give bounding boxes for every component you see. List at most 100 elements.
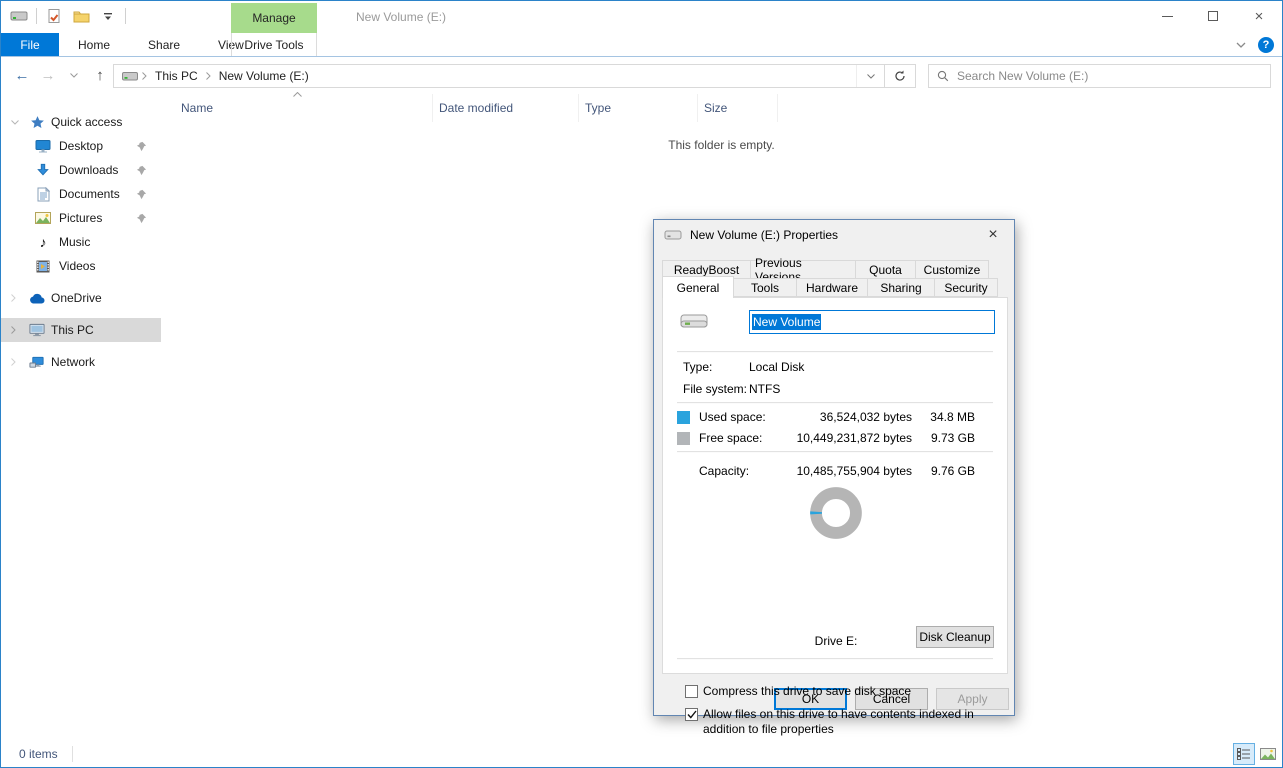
ribbon-tab-row: File Home Share View Drive Tools ? xyxy=(1,33,1282,57)
help-icon[interactable]: ? xyxy=(1258,37,1274,53)
checkbox-checked-icon[interactable] xyxy=(685,708,698,721)
sidebar-item-quick-access[interactable]: Quick access xyxy=(1,110,161,134)
tab-tools[interactable]: Tools xyxy=(733,278,797,297)
breadcrumb-chevron-icon[interactable] xyxy=(206,72,211,80)
free-space-row: Free space: 10,449,231,872 bytes 9.73 GB xyxy=(677,430,975,446)
ribbon-right-controls: ? xyxy=(1236,33,1274,56)
view-toggles xyxy=(1233,743,1279,765)
tab-file[interactable]: File xyxy=(1,33,59,56)
sidebar-item-network[interactable]: Network xyxy=(1,350,161,374)
sidebar-item-label: Videos xyxy=(59,259,95,273)
pin-icon xyxy=(136,141,147,152)
tab-previous-versions[interactable]: Previous Versions xyxy=(750,260,856,279)
dialog-title: New Volume (E:) Properties xyxy=(690,228,838,242)
tab-home[interactable]: Home xyxy=(59,33,129,56)
chevron-right-icon[interactable] xyxy=(11,358,21,366)
drive-icon xyxy=(9,6,29,26)
disk-cleanup-button[interactable]: Disk Cleanup xyxy=(916,626,994,648)
sidebar-item-pictures[interactable]: Pictures xyxy=(1,206,161,230)
chevron-right-icon[interactable] xyxy=(11,326,21,334)
sidebar-item-label: Network xyxy=(51,355,95,369)
chevron-right-icon[interactable] xyxy=(11,294,21,302)
music-icon: ♪ xyxy=(35,234,51,250)
quick-access-toolbar xyxy=(9,6,126,26)
navigation-pane: Quick access Desktop Downloads Documents… xyxy=(1,94,161,741)
tab-drive-tools[interactable]: Drive Tools xyxy=(231,33,317,56)
search-box[interactable] xyxy=(928,64,1271,88)
sidebar-group-gap xyxy=(1,342,161,350)
desktop-icon xyxy=(35,139,51,153)
details-view-button[interactable] xyxy=(1233,743,1255,765)
forward-button[interactable]: → xyxy=(37,65,59,87)
column-header-type[interactable]: Type xyxy=(579,94,698,122)
thumbnail-view-button[interactable] xyxy=(1257,743,1279,765)
compress-checkbox-row[interactable]: Compress this drive to save disk space xyxy=(685,684,999,699)
sidebar-item-music[interactable]: ♪ Music xyxy=(1,230,161,254)
tab-quota[interactable]: Quota xyxy=(855,260,916,279)
empty-folder-message: This folder is empty. xyxy=(161,138,1282,152)
pin-icon xyxy=(136,165,147,176)
minimize-icon xyxy=(1162,16,1173,17)
volume-label-input[interactable]: New Volume xyxy=(749,310,995,334)
details-view-icon xyxy=(1237,748,1251,760)
explorer-window: Manage New Volume (E:) × File Home Share… xyxy=(0,0,1283,768)
chevron-down-icon[interactable] xyxy=(11,120,21,125)
capacity-label: Capacity: xyxy=(699,464,779,478)
checkbox-unchecked-icon[interactable] xyxy=(685,685,698,698)
type-value: Local Disk xyxy=(749,360,804,374)
compress-checkbox-label: Compress this drive to save disk space xyxy=(703,684,999,699)
tab-security[interactable]: Security xyxy=(934,278,998,297)
maximize-button[interactable] xyxy=(1190,1,1236,31)
tab-share[interactable]: Share xyxy=(129,33,199,56)
tab-sharing[interactable]: Sharing xyxy=(867,278,935,297)
address-dropdown-chevron-icon[interactable] xyxy=(856,65,884,87)
refresh-button[interactable] xyxy=(885,64,916,88)
onedrive-cloud-icon xyxy=(29,293,45,304)
volume-label-selected-text: New Volume xyxy=(752,314,821,330)
column-header-date-modified[interactable]: Date modified xyxy=(433,94,579,122)
breadcrumb-bar[interactable]: This PC New Volume (E:) xyxy=(113,64,885,88)
column-header-name[interactable]: Name xyxy=(161,94,433,122)
sidebar-item-videos[interactable]: Videos xyxy=(1,254,161,278)
capacity-bytes: 10,485,755,904 bytes xyxy=(779,464,912,478)
back-button[interactable]: ← xyxy=(11,65,33,87)
close-button[interactable]: × xyxy=(1236,1,1282,31)
close-icon: × xyxy=(1255,9,1264,24)
tab-general[interactable]: General xyxy=(662,276,734,298)
breadcrumb-chevron-icon[interactable] xyxy=(142,72,147,80)
index-checkbox-label: Allow files on this drive to have conten… xyxy=(703,707,999,737)
index-checkbox-row[interactable]: Allow files on this drive to have conten… xyxy=(685,707,999,737)
videos-icon xyxy=(35,260,51,273)
expand-ribbon-chevron-icon[interactable] xyxy=(1236,42,1246,48)
column-label: Size xyxy=(704,101,727,115)
sidebar-item-this-pc[interactable]: This PC xyxy=(1,318,161,342)
manage-contextual-tab[interactable]: Manage xyxy=(231,3,317,33)
breadcrumb-current-folder[interactable]: New Volume (E:) xyxy=(215,69,313,83)
pin-icon xyxy=(136,189,147,200)
minimize-button[interactable] xyxy=(1144,1,1190,31)
recent-locations-chevron-icon[interactable] xyxy=(63,65,85,87)
navigation-buttons: ← → ↑ xyxy=(1,65,113,87)
sidebar-item-label: Quick access xyxy=(51,115,122,129)
file-system-row: File system: NTFS xyxy=(663,382,1007,398)
tab-hardware[interactable]: Hardware xyxy=(796,278,868,297)
sidebar-item-label: Desktop xyxy=(59,139,103,153)
properties-icon[interactable] xyxy=(44,6,64,26)
sidebar-item-desktop[interactable]: Desktop xyxy=(1,134,161,158)
search-input[interactable] xyxy=(957,69,1262,83)
sidebar-item-documents[interactable]: Documents xyxy=(1,182,161,206)
customize-toolbar-icon[interactable] xyxy=(98,6,118,26)
up-button[interactable]: ↑ xyxy=(89,65,111,87)
sidebar-item-label: OneDrive xyxy=(51,291,102,305)
sidebar-item-onedrive[interactable]: OneDrive xyxy=(1,286,161,310)
sidebar-item-downloads[interactable]: Downloads xyxy=(1,158,161,182)
new-folder-icon[interactable] xyxy=(71,6,91,26)
toolbar-separator xyxy=(125,8,126,24)
tab-customize[interactable]: Customize xyxy=(915,260,989,279)
column-header-size[interactable]: Size xyxy=(698,94,778,122)
column-label: Name xyxy=(181,101,213,115)
pictures-icon xyxy=(35,212,51,224)
drive-icon xyxy=(664,229,682,241)
dialog-close-button[interactable]: × xyxy=(982,224,1004,246)
breadcrumb-this-pc[interactable]: This PC xyxy=(151,69,202,83)
